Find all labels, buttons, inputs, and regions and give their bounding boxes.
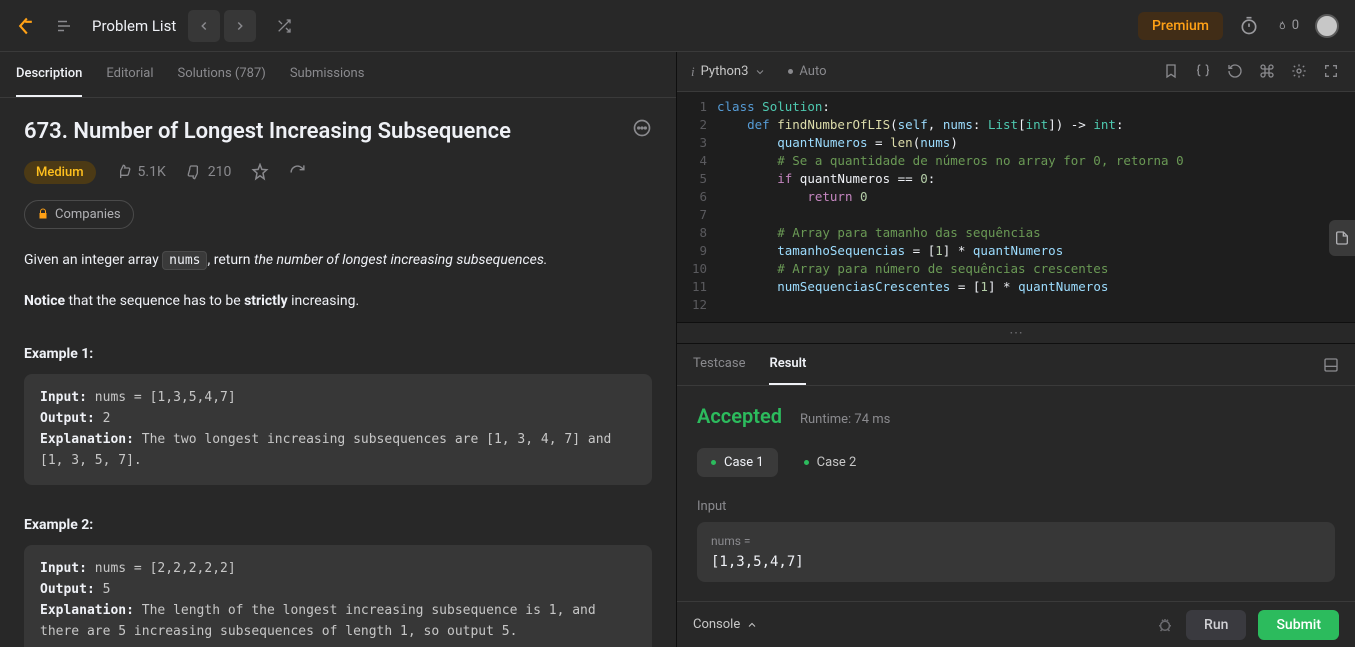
tabs-row: Description Editorial Solutions (787) Su…	[0, 52, 676, 98]
tab-description[interactable]: Description	[16, 52, 82, 97]
streak-count: 0	[1292, 18, 1299, 33]
nav-group	[188, 10, 256, 42]
premium-button[interactable]: Premium	[1138, 12, 1223, 40]
code-lines: class Solution: def findNumberOfLIS(self…	[717, 98, 1355, 322]
code-editor[interactable]: 123456789101112 class Solution: def find…	[677, 92, 1355, 322]
shortcuts-icon[interactable]	[1259, 63, 1277, 81]
reset-icon[interactable]	[1227, 63, 1245, 81]
companies-button[interactable]: Companies	[24, 200, 134, 229]
topbar-right: Premium 0	[1138, 12, 1339, 40]
result-tabs: Testcase Result	[677, 344, 1355, 386]
topbar: Problem List Premium 0	[0, 0, 1355, 52]
timer-icon[interactable]	[1239, 15, 1261, 37]
problem-list-label[interactable]: Problem List	[92, 17, 176, 35]
editor-header: i Python3 Auto	[677, 52, 1355, 92]
favorite-button[interactable]	[251, 163, 269, 181]
nums-value: [1,3,5,4,7]	[711, 554, 1321, 570]
right-panel: i Python3 Auto 123456789101112	[677, 52, 1355, 647]
case-2-button[interactable]: Case 2	[790, 448, 871, 477]
problem-title: 673. Number of Longest Increasing Subseq…	[24, 118, 511, 147]
avatar[interactable]	[1315, 14, 1339, 38]
tab-result[interactable]: Result	[769, 344, 806, 385]
lock-icon	[37, 208, 49, 220]
input-value-box: nums = [1,3,5,4,7]	[697, 522, 1335, 582]
description-text: Given an integer array nums, return the …	[24, 249, 652, 315]
tab-solutions[interactable]: Solutions (787)	[178, 52, 266, 97]
bookmark-icon[interactable]	[1163, 63, 1181, 81]
panel-resize-handle[interactable]: ⋯	[677, 322, 1355, 343]
language-selector[interactable]: i Python3	[691, 64, 766, 80]
notes-tab-icon[interactable]	[1329, 220, 1355, 256]
settings-icon[interactable]	[1291, 63, 1309, 81]
nums-label: nums =	[711, 534, 1321, 548]
accepted-label: Accepted	[697, 404, 782, 428]
example1-box: Input: nums = [1,3,5,4,7] Output: 2 Expl…	[24, 374, 652, 485]
result-body: Accepted Runtime: 74 ms Case 1 Case 2 In…	[677, 386, 1355, 601]
more-icon[interactable]	[632, 118, 652, 138]
meta-row: Medium 5.1K 210	[24, 161, 652, 184]
companies-label: Companies	[55, 207, 121, 222]
braces-icon[interactable]	[1195, 63, 1213, 81]
tab-submissions[interactable]: Submissions	[290, 52, 365, 97]
dislikes-button[interactable]: 210	[186, 164, 232, 180]
tab-editorial[interactable]: Editorial	[106, 52, 153, 97]
example2-box: Input: nums = [2,2,2,2,2] Output: 5 Expl…	[24, 545, 652, 647]
auto-indicator[interactable]: Auto	[788, 64, 826, 79]
problem-body: 673. Number of Longest Increasing Subseq…	[0, 98, 676, 647]
next-problem-button[interactable]	[224, 10, 256, 42]
tab-testcase[interactable]: Testcase	[693, 344, 745, 385]
layout-icon[interactable]	[1323, 357, 1339, 373]
menu-toggle-icon[interactable]	[48, 10, 80, 42]
case-1-button[interactable]: Case 1	[697, 448, 778, 477]
run-button[interactable]: Run	[1186, 610, 1246, 640]
fullscreen-icon[interactable]	[1323, 63, 1341, 81]
streak-icon[interactable]: 0	[1277, 15, 1299, 37]
input-section-label: Input	[697, 499, 1335, 514]
runtime-label: Runtime: 74 ms	[800, 412, 890, 427]
submit-button[interactable]: Submit	[1258, 610, 1339, 640]
example2-label: Example 2:	[24, 517, 652, 533]
share-button[interactable]	[289, 164, 306, 181]
footer: Console Run Submit	[677, 601, 1355, 647]
debug-icon[interactable]	[1156, 616, 1174, 634]
dislikes-count: 210	[208, 164, 232, 180]
console-toggle[interactable]: Console	[693, 617, 758, 632]
example1-label: Example 1:	[24, 346, 652, 362]
difficulty-badge: Medium	[24, 161, 96, 184]
result-panel: Testcase Result Accepted Runtime: 74 ms …	[677, 343, 1355, 601]
likes-count: 5.1K	[138, 164, 166, 180]
shuffle-icon[interactable]	[268, 10, 300, 42]
logo-icon[interactable]	[16, 16, 36, 36]
likes-button[interactable]: 5.1K	[116, 164, 166, 180]
left-panel: Description Editorial Solutions (787) Su…	[0, 52, 677, 647]
prev-problem-button[interactable]	[188, 10, 220, 42]
line-gutter: 123456789101112	[677, 98, 717, 322]
